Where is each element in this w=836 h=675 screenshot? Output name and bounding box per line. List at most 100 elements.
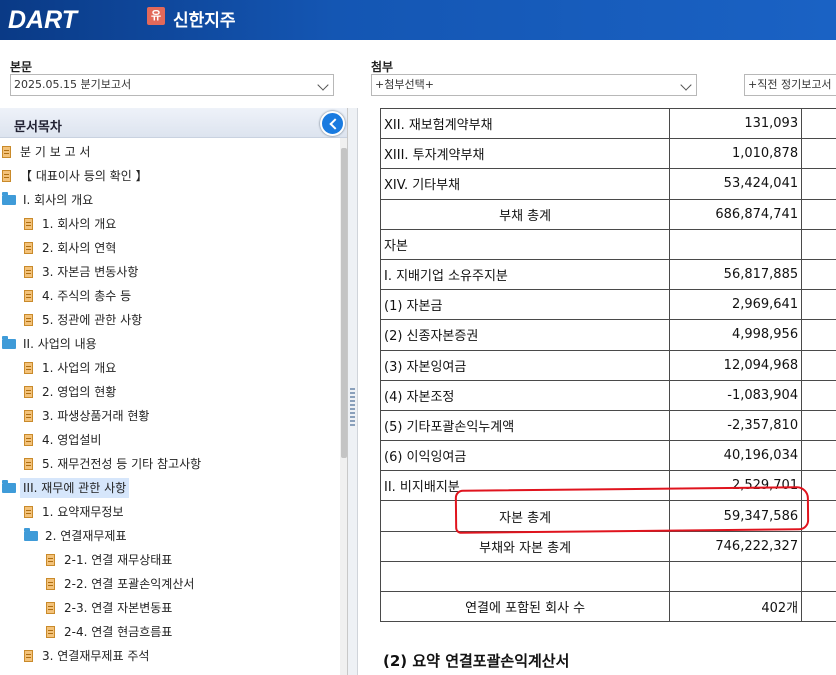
toc-item[interactable]: 3. 자본금 변동사항 <box>24 262 141 282</box>
toc-item[interactable]: III. 재무에 관한 사항 <box>2 478 130 498</box>
toc-item[interactable]: 2-4. 연결 현금흐름표 <box>46 622 175 642</box>
table-row: 부채 총계 686,874,741 <box>379 198 836 230</box>
attach-select[interactable]: +첨부선택+ <box>371 74 697 96</box>
toc-item[interactable]: 5. 재무건전성 등 기타 참고사항 <box>24 454 204 474</box>
table-row: (5) 기타포괄손익누계액 -2,357,810 <box>379 409 836 442</box>
row-label: (6) 이익잉여금 <box>379 440 671 472</box>
doc-icon <box>24 650 33 662</box>
row-value: 40,196,034 <box>669 440 803 472</box>
toc-scrollbar[interactable] <box>340 138 347 675</box>
row-label <box>379 560 671 593</box>
table-row: (4) 자본조정 -1,083,904 <box>379 379 836 411</box>
toc-item-label: 2-3. 연결 자본변동표 <box>64 601 173 615</box>
row-label: 자본 총계 <box>379 500 671 532</box>
row-value: 59,347,586 <box>669 500 803 532</box>
toc-item[interactable]: I. 회사의 개요 <box>2 190 96 210</box>
row-extra-cell <box>801 258 836 291</box>
toc-item[interactable]: 2. 영업의 현황 <box>24 382 119 402</box>
row-value: 686,874,741 <box>669 198 803 230</box>
toc-item-label: 2. 영업의 현황 <box>42 385 117 399</box>
row-extra-cell <box>801 349 836 381</box>
table-row: II. 비지배지분 2,529,701 <box>379 470 836 502</box>
toc-item[interactable]: 2. 회사의 연혁 <box>24 238 119 258</box>
document-viewer: XII. 재보험계약부채 131,093 XIII. 투자계약부채 1,010,878… <box>359 108 836 675</box>
doc-icon <box>24 410 33 422</box>
table-row: 자본 총계 59,347,586 <box>379 500 836 532</box>
toc-item[interactable]: 【 대표이사 등의 확인 】 <box>2 166 151 186</box>
doc-icon <box>46 626 55 638</box>
table-row: XIII. 투자계약부채 1,010,878 <box>379 138 836 170</box>
toc-item[interactable]: 1. 회사의 개요 <box>24 214 119 234</box>
row-extra-cell <box>801 590 836 623</box>
row-value: 746,222,327 <box>669 530 803 562</box>
table-row: (6) 이익잉여금 40,196,034 <box>379 440 836 472</box>
row-value: 402개 <box>669 590 803 623</box>
toc-item-label: 3. 자본금 변동사항 <box>42 265 139 279</box>
toc-item[interactable]: 2-3. 연결 자본변동표 <box>46 598 175 618</box>
row-extra-cell <box>801 138 836 170</box>
toc-item-label: 【 대표이사 등의 확인 】 <box>20 169 148 183</box>
row-label: 부채와 자본 총계 <box>379 530 671 562</box>
row-label: (2) 신종자본증권 <box>379 319 671 351</box>
toc-item-label: 4. 주식의 총수 등 <box>42 289 132 303</box>
toc-item[interactable]: 3. 연결재무제표 주석 <box>24 646 152 666</box>
row-extra-cell <box>801 440 836 472</box>
toc-item[interactable]: 2. 연결재무제표 <box>24 526 130 546</box>
main-doc-select[interactable]: 2025.05.15 분기보고서 <box>10 74 334 96</box>
toc-item[interactable]: 4. 주식의 총수 등 <box>24 286 134 306</box>
table-row: (3) 자본잉여금 12,094,968 <box>379 349 836 381</box>
doc-icon <box>24 266 33 278</box>
folder-icon <box>2 192 16 205</box>
row-label: XIII. 투자계약부채 <box>379 138 671 170</box>
main-doc-label: 본문 <box>10 60 33 74</box>
folder-icon <box>2 480 16 493</box>
doc-icon <box>24 218 33 230</box>
logo-text: DART <box>8 5 77 34</box>
toc-scroll-thumb[interactable] <box>341 148 347 458</box>
toc-item-label: 2. 회사의 연혁 <box>42 241 117 255</box>
row-extra-cell <box>801 108 836 140</box>
prev-report-select[interactable]: +직전 정기보고서 <box>744 74 836 96</box>
row-label: (5) 기타포괄손익누계액 <box>379 409 671 442</box>
row-label: II. 비지배지분 <box>379 470 671 502</box>
toc-item[interactable]: 1. 사업의 개요 <box>24 358 119 378</box>
toc-item[interactable]: 5. 정관에 관한 사항 <box>24 310 145 330</box>
attach-label: 첨부 <box>371 60 394 74</box>
collapse-sidebar-button[interactable] <box>320 111 345 136</box>
table-row: (2) 신종자본증권 4,998,956 <box>379 319 836 351</box>
row-extra-cell <box>801 198 836 230</box>
row-extra-cell <box>801 500 836 532</box>
doc-icon <box>24 458 33 470</box>
pane-splitter[interactable] <box>348 108 358 675</box>
toc-item[interactable]: II. 사업의 내용 <box>2 334 100 354</box>
row-extra-cell <box>801 560 836 593</box>
toc-item[interactable]: 1. 요약재무정보 <box>24 502 127 522</box>
toc-item-label: 2-2. 연결 포괄손익계산서 <box>64 577 195 591</box>
balance-sheet-table: XII. 재보험계약부채 131,093 XIII. 투자계약부채 1,010,878… <box>379 108 836 623</box>
toc-item-label: 1. 사업의 개요 <box>42 361 117 375</box>
dart-logo[interactable]: DART <box>8 5 77 35</box>
toc-item[interactable]: 2-2. 연결 포괄손익계산서 <box>46 574 197 594</box>
table-row <box>379 560 836 593</box>
toc-item[interactable]: 3. 파생상품거래 현황 <box>24 406 152 426</box>
row-extra-cell <box>801 530 836 562</box>
toc-header: 문서목차 <box>0 108 347 138</box>
row-extra-cell <box>801 168 836 200</box>
row-label: (4) 자본조정 <box>379 379 671 411</box>
toc-sidebar: 문서목차 분 기 보 고 서 【 대표이사 등의 확인 】 I. 회사의 개요 1. … <box>0 108 348 675</box>
toc-item-label: 3. 연결재무제표 주석 <box>42 649 150 663</box>
row-label: 연결에 포함된 회사 수 <box>379 590 671 623</box>
row-extra-cell <box>801 379 836 411</box>
table-row: 자본 <box>379 228 836 260</box>
row-value: 131,093 <box>669 108 803 140</box>
toc-item[interactable]: 2-1. 연결 재무상태표 <box>46 550 175 570</box>
section-heading: (2) 요약 연결포괄손익계산서 <box>383 652 570 670</box>
row-value: 2,529,701 <box>669 470 803 502</box>
toc-item[interactable]: 분 기 보 고 서 <box>2 142 93 162</box>
table-row: Ⅰ. 지배기업 소유주지분 56,817,885 <box>379 258 836 291</box>
toc-item[interactable]: 4. 영업설비 <box>24 430 104 450</box>
toc-item-label: 4. 영업설비 <box>42 433 102 447</box>
doc-icon <box>46 602 55 614</box>
table-row: XII. 재보험계약부채 131,093 <box>379 108 836 140</box>
doc-icon <box>24 314 33 326</box>
